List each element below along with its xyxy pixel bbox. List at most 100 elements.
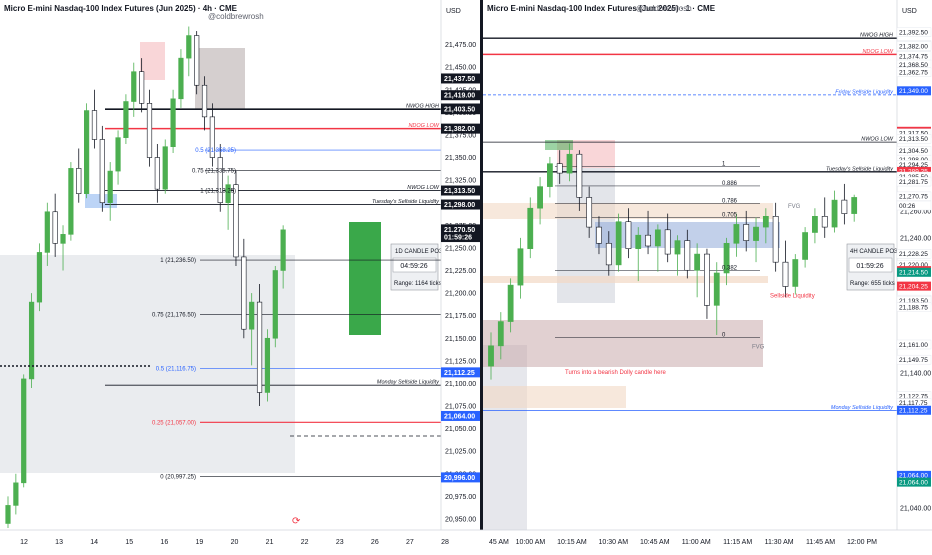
- candle-info-box: 1D CANDLE PO3' 04:59:26 Range: 1164 tick…: [390, 243, 444, 291]
- candle-body: [256, 301, 263, 393]
- key-level-label: NDOG LOW: [862, 49, 893, 55]
- price-badge-label: 00:26: [899, 203, 916, 210]
- x-tick-label: 28: [441, 539, 449, 546]
- replay-icon[interactable]: ⟳: [292, 516, 301, 527]
- candle-body: [68, 168, 74, 235]
- y-tick-label: 21,150.00: [445, 336, 476, 343]
- price-badge-label: 21,214.50: [899, 270, 928, 277]
- candle-body: [556, 163, 563, 174]
- price-badge-label: 21,228.25: [899, 251, 928, 258]
- candle-body: [841, 199, 848, 214]
- candle-body: [733, 224, 740, 244]
- upper-fib-label: 1 (21,313.25): [200, 189, 236, 195]
- x-tick-label: 14: [90, 539, 98, 546]
- price-badge-label: 21,270.75: [899, 194, 928, 201]
- candle-body: [664, 229, 671, 255]
- y-tick-label: 21,450.00: [445, 65, 476, 72]
- bearish-fvg-box: [483, 320, 763, 367]
- left-price-axis[interactable]: USD 21,475.0021,450.0021,425.0021,400.00…: [440, 0, 481, 530]
- y-tick-label: 21,040.00: [900, 505, 931, 512]
- candle-body: [99, 139, 105, 204]
- candle-body: [782, 261, 789, 287]
- candle-body: [645, 234, 651, 247]
- right-watermark: @coldbrewrosh: [636, 4, 692, 13]
- price-badge-label: 21,064.00: [444, 413, 475, 420]
- candle-body: [162, 146, 168, 190]
- key-level-label: NWOG LOW: [861, 137, 894, 143]
- x-tick-label: 16: [160, 539, 168, 546]
- candle-body: [743, 224, 750, 241]
- candle-body: [146, 103, 153, 158]
- fib-label: 0.705: [722, 213, 738, 219]
- price-badge-label: 21,112.25: [444, 370, 475, 377]
- candle-body: [586, 197, 593, 228]
- price-badge-label: 21,313.50: [444, 188, 475, 195]
- price-badge-label: 21,419.00: [444, 93, 475, 100]
- x-tick-label: 12: [20, 539, 28, 546]
- x-tick-label: 10:00 AM: [516, 539, 546, 546]
- price-badge-label: 21,403.50: [444, 107, 475, 114]
- candle-body: [753, 226, 759, 241]
- right-price-axis[interactable]: USD 21,260.0021,240.0021,140.0021,040.00…: [896, 0, 932, 530]
- y-tick-label: 21,025.00: [445, 449, 476, 456]
- candle-body: [605, 242, 612, 266]
- y-tick-label: 21,200.00: [445, 291, 476, 298]
- price-badge-label: 21,304.50: [899, 148, 928, 155]
- chart-annotation: FVG: [752, 345, 765, 351]
- right-chart-panel[interactable]: 10.8860.7860.7050.3820NWOG HIGHNDOG LOWF…: [483, 0, 899, 530]
- price-badge-label: 21,204.25: [899, 283, 928, 290]
- x-tick-label: 22: [301, 539, 309, 546]
- price-badge-label: 21,437.50: [444, 76, 475, 83]
- y-tick-label: 21,140.00: [900, 370, 931, 377]
- candle-body: [792, 259, 799, 287]
- candle-body: [123, 101, 129, 138]
- y-tick-label: 21,125.00: [445, 358, 476, 365]
- key-level-label: Tuesday's Sellside Liquidity: [372, 199, 440, 205]
- price-badge-label: 21,382.00: [899, 44, 928, 51]
- x-tick-label: 13: [55, 539, 63, 546]
- info-box-range: Range: 1164 ticks: [394, 281, 442, 287]
- candle-body: [713, 272, 720, 306]
- y-tick-label: 21,050.00: [445, 426, 476, 433]
- x-tick-label: 26: [371, 539, 379, 546]
- panel-divider[interactable]: [480, 0, 483, 550]
- candle-body: [194, 35, 200, 86]
- x-tick-label: 45 AM: [489, 539, 509, 546]
- candle-body: [186, 35, 192, 59]
- candle-body: [13, 482, 19, 506]
- x-tick-label: 10:30 AM: [599, 539, 629, 546]
- upper-fib-label: 0.75 (21,335.75): [192, 168, 236, 174]
- key-level-label: NDOG LOW: [408, 123, 439, 129]
- bullish-ob-box: [545, 140, 573, 150]
- candle-body: [517, 248, 524, 286]
- time-axis[interactable]: 12 13 14 15 16 19 20 21 22 23 26 27 28 45 AM 10:00 AM…: [0, 529, 932, 550]
- info-box-title: 1D CANDLE PO3': [395, 249, 444, 255]
- price-badge-label: 21,374.75: [899, 53, 928, 60]
- candle-body: [694, 253, 701, 271]
- candle-body: [91, 110, 98, 140]
- candle-body: [625, 221, 632, 249]
- chart-canvas[interactable]: 1D CANDLE PO3' 04:59:26 Range: 1164 tick…: [0, 0, 932, 550]
- candle-body: [44, 211, 50, 253]
- price-badge-label: 21,149.75: [899, 357, 928, 364]
- candle-body: [241, 256, 247, 330]
- fib-label: 0.382: [722, 265, 738, 271]
- h4-info-box: 4H CANDLE PO3' 01:59:26 Range: 655 ticks: [846, 243, 899, 291]
- candle-body: [60, 234, 66, 244]
- candle-body: [772, 216, 779, 263]
- chart-annotation: Sellside Liquidity: [770, 293, 815, 299]
- candle-body: [131, 71, 137, 102]
- candle-body: [654, 229, 661, 247]
- candle-body: [21, 378, 27, 484]
- candle-body: [802, 232, 809, 260]
- price-badge-label: 21,382.00: [444, 126, 475, 133]
- fib-label: 0.5 (21,116.75): [156, 366, 196, 372]
- key-level-label: NWOG HIGH: [860, 33, 893, 39]
- y-tick-label: 21,175.00: [445, 313, 476, 320]
- lower-fvg-box: [483, 386, 626, 408]
- left-chart-panel[interactable]: 1D CANDLE PO3' 04:59:26 Range: 1164 tick…: [0, 0, 444, 530]
- candle-body: [821, 216, 828, 228]
- price-badge-label: 21,161.00: [899, 342, 928, 349]
- candle-body: [76, 168, 82, 194]
- info-box-timer: 04:59:26: [400, 263, 427, 270]
